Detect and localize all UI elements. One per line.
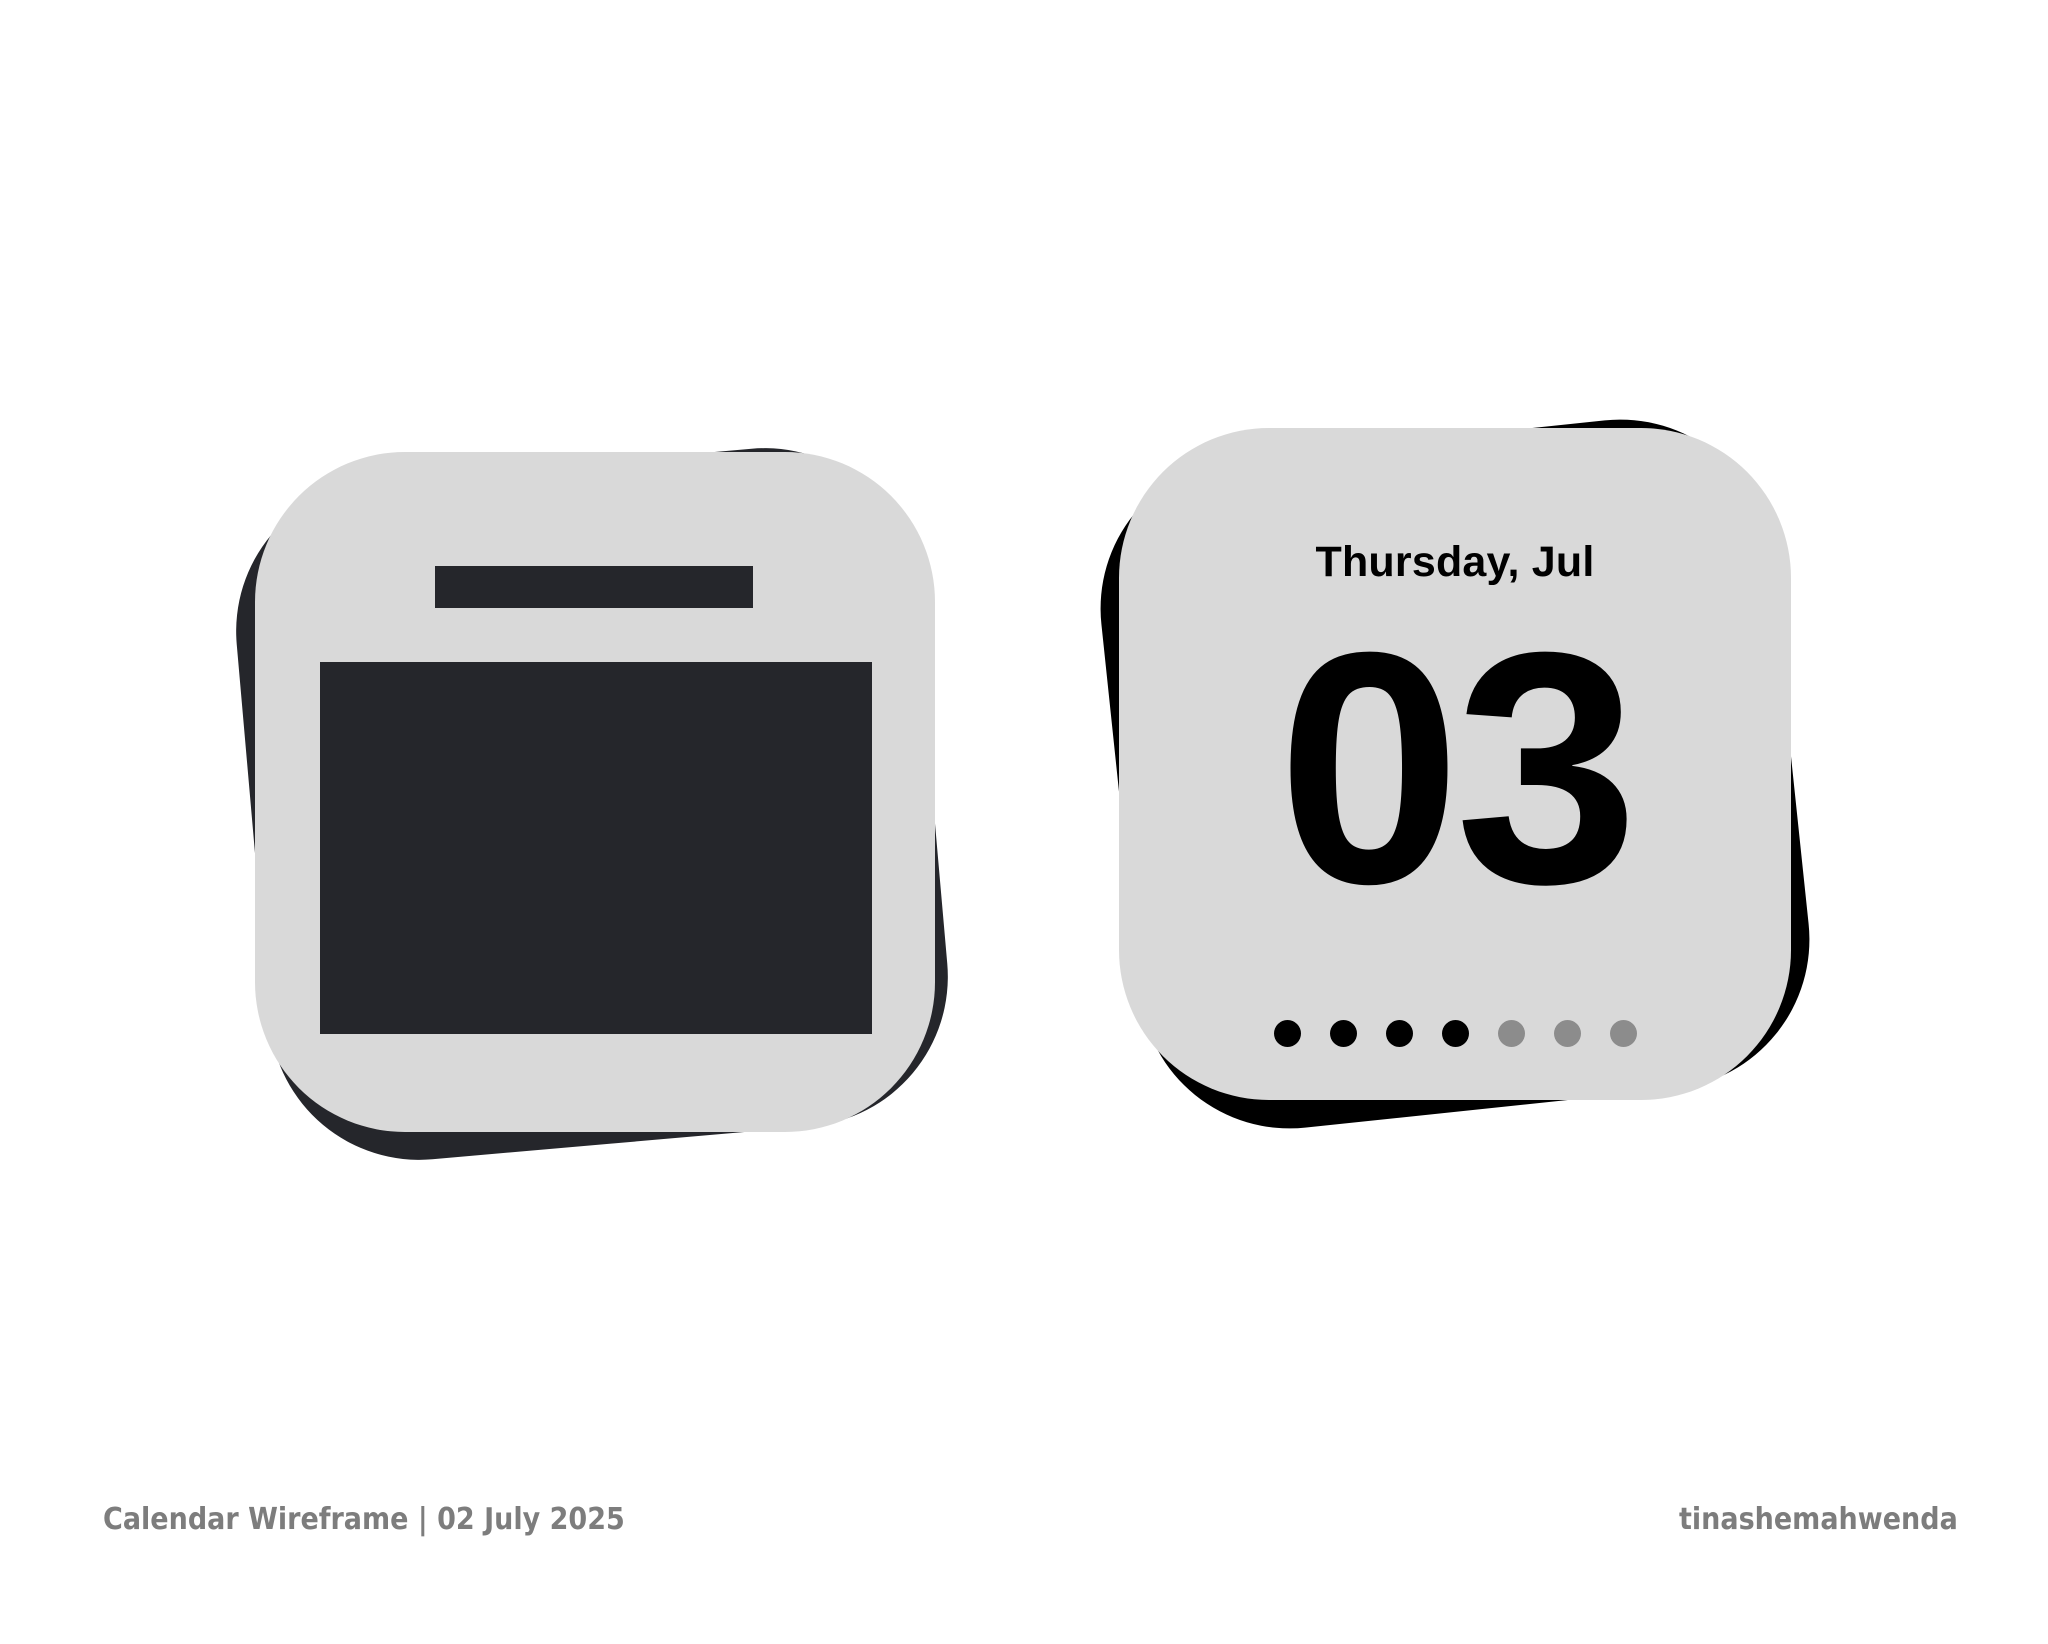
week-dot-inactive bbox=[1609, 1019, 1637, 1047]
week-dot-active bbox=[1441, 1019, 1469, 1047]
widget-face bbox=[255, 452, 935, 1132]
week-dot-inactive bbox=[1553, 1019, 1581, 1047]
week-dot-inactive bbox=[1497, 1019, 1525, 1047]
wireframe-body-placeholder bbox=[320, 662, 872, 1034]
week-dot-active bbox=[1273, 1019, 1301, 1047]
week-dot-active bbox=[1329, 1019, 1357, 1047]
widget-face: Thursday, Jul 03 bbox=[1119, 428, 1791, 1100]
canvas: Thursday, Jul 03 Calendar Wireframe | 02… bbox=[0, 0, 2048, 1644]
weekday-month-label: Thursday, Jul bbox=[1315, 538, 1595, 586]
wireframe-calendar-widget bbox=[223, 435, 961, 1173]
footer-author: tinashemahwenda bbox=[1679, 1502, 1958, 1537]
date-calendar-widget: Thursday, Jul 03 bbox=[1085, 404, 1825, 1144]
footer-caption: Calendar Wireframe | 02 July 2025 bbox=[103, 1502, 625, 1537]
day-number: 03 bbox=[1277, 583, 1638, 952]
week-progress-dots bbox=[1119, 1018, 1791, 1048]
wireframe-header-placeholder bbox=[435, 566, 753, 608]
week-dot-active bbox=[1385, 1019, 1413, 1047]
